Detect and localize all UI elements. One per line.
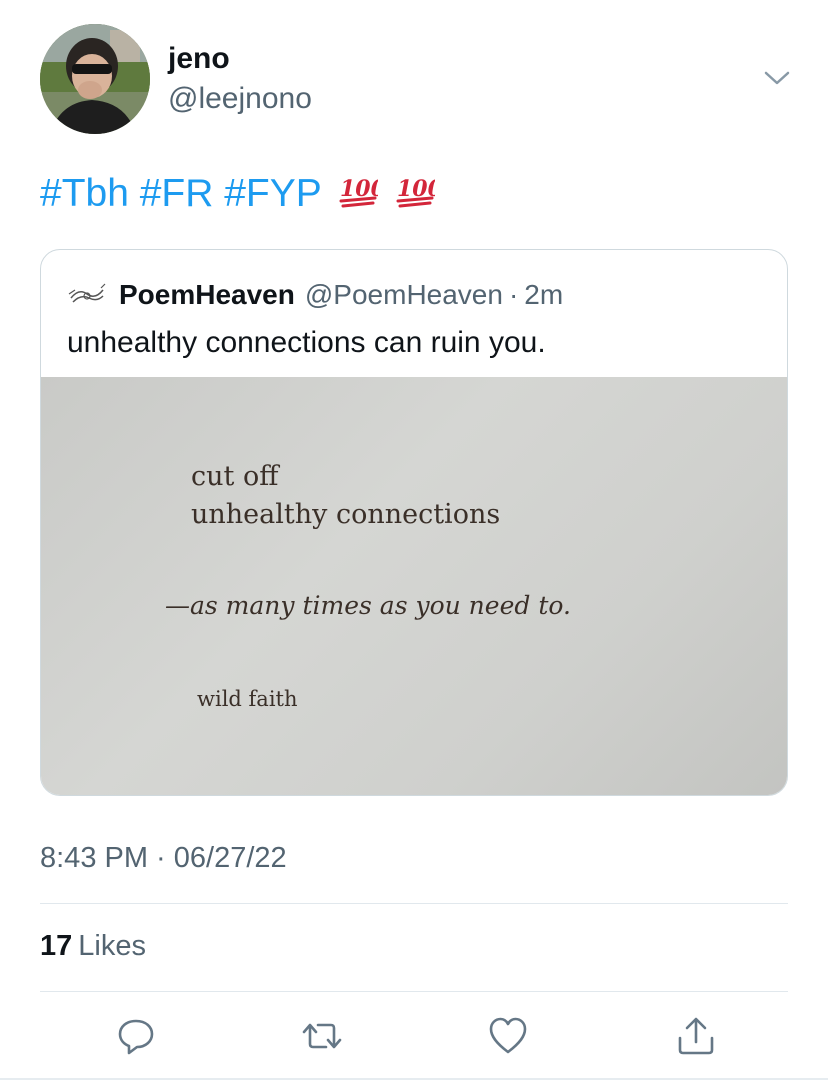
share-icon[interactable] <box>674 1014 718 1058</box>
poem-attribution: wild faith <box>197 687 298 711</box>
quoted-time: 2m <box>524 279 564 310</box>
chevron-down-icon[interactable] <box>760 66 794 90</box>
poem-line: unhealthy connections <box>191 499 501 530</box>
quoted-display-name: PoemHeaven <box>119 279 295 310</box>
like-icon[interactable] <box>486 1014 530 1058</box>
author-display-name[interactable]: jeno <box>168 42 230 76</box>
divider <box>40 903 788 904</box>
divider <box>40 991 788 992</box>
100-emoji: 100 <box>338 174 387 218</box>
quoted-avatar-icon[interactable] <box>67 280 107 310</box>
author-avatar[interactable] <box>40 24 150 134</box>
tweet-text: #Tbh #FR #FYP 100 100 <box>40 172 443 218</box>
quoted-tweet-header: PoemHeaven @PoemHeaven · 2m <box>67 278 563 312</box>
author-handle[interactable]: @leejnono <box>168 82 312 116</box>
tweet-timestamp[interactable]: 8:43 PM · 06/27/22 <box>40 842 287 875</box>
tweet-actions <box>0 1014 828 1058</box>
likes-count: 17 <box>40 930 73 962</box>
likes-label: Likes <box>78 930 146 962</box>
hashtags[interactable]: #Tbh #FR #FYP <box>40 172 321 215</box>
100-emoji: 100 <box>395 174 443 218</box>
likes-stat[interactable]: 17 Likes <box>40 930 146 963</box>
retweet-icon[interactable] <box>300 1014 344 1058</box>
reply-icon[interactable] <box>114 1014 158 1058</box>
quoted-tweet-image[interactable]: cut off unhealthy connections —as many t… <box>41 377 787 795</box>
quoted-handle: @PoemHeaven <box>304 279 503 310</box>
poem-line: cut off <box>191 461 279 492</box>
quoted-separator: · <box>508 279 519 310</box>
poem-line: —as many times as you need to. <box>165 591 571 620</box>
quoted-tweet-text: unhealthy connections can ruin you. <box>67 326 546 359</box>
quoted-tweet-card[interactable]: PoemHeaven @PoemHeaven · 2m unhealthy co… <box>40 249 788 796</box>
